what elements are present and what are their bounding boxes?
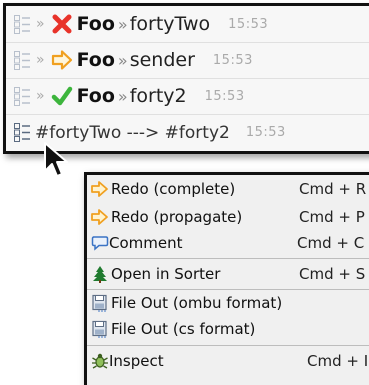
mouse-cursor-icon	[44, 142, 68, 177]
row-chevron: »	[36, 52, 45, 68]
redo-arrow-icon	[91, 209, 108, 225]
list-item-icon	[14, 15, 30, 34]
row-chevron: »	[36, 16, 45, 32]
menu-item-label: Redo (complete)	[111, 180, 236, 198]
class-name: Foo	[76, 49, 115, 71]
timestamp: 15:53	[204, 88, 245, 104]
menu-item-label: File Out (cs format)	[111, 320, 256, 338]
class-name: Foo	[76, 85, 115, 107]
menu-item-comment[interactable]: Comment Cmd + C	[87, 231, 369, 255]
selector-name: fortyTwo	[129, 13, 211, 35]
comment-bubble-icon	[91, 236, 109, 251]
arrow-icon	[51, 50, 72, 70]
menu-shortcut: Cmd + S	[299, 265, 366, 283]
menu-item-open-in-sorter[interactable]: Open in Sorter Cmd + S	[87, 261, 369, 287]
menu-item-redo-complete[interactable]: Redo (complete) Cmd + R	[87, 177, 369, 201]
inspect-bug-icon	[92, 353, 108, 369]
menu-item-label: Redo (propagate)	[111, 208, 243, 226]
class-name: Foo	[76, 13, 115, 35]
change-row[interactable]: » Foo » sender 15:53	[6, 42, 369, 79]
timestamp: 15:53	[228, 16, 269, 32]
menu-separator	[87, 258, 369, 259]
check-icon	[51, 86, 72, 106]
row-chevron: »	[36, 88, 45, 104]
cross-icon	[52, 14, 72, 34]
menu-shortcut: Cmd + I	[307, 352, 369, 370]
separator: »	[117, 86, 128, 106]
separator: »	[117, 50, 128, 70]
context-menu: Redo (complete) Cmd + R Redo (propagate)…	[84, 172, 369, 385]
timestamp: 15:53	[212, 52, 253, 68]
menu-shortcut: Cmd + R	[299, 180, 367, 198]
menu-item-inspect[interactable]: Inspect Cmd + I	[87, 348, 369, 374]
list-item-icon	[14, 123, 30, 142]
selector-name: forty2	[129, 85, 187, 107]
menu-item-label: Open in Sorter	[111, 265, 221, 283]
tree-icon	[93, 266, 107, 283]
list-item-icon	[14, 87, 30, 106]
list-item-icon	[14, 51, 30, 70]
changes-list: » Foo » fortyTwo 15:53 » Foo » sender 15…	[3, 3, 369, 154]
menu-shortcut: Cmd + P	[299, 208, 365, 226]
menu-shortcut: Cmd + C	[297, 234, 365, 252]
menu-item-redo-propagate[interactable]: Redo (propagate) Cmd + P	[87, 205, 369, 229]
separator: »	[117, 14, 128, 34]
selector-name: sender	[129, 49, 195, 71]
floppy-disk-icon	[92, 320, 107, 338]
timestamp: 15:53	[245, 125, 286, 140]
menu-separator	[87, 345, 369, 346]
menu-item-label: Inspect	[109, 352, 164, 370]
change-row[interactable]: » Foo » forty2 15:53	[6, 78, 369, 115]
change-row[interactable]: » Foo » fortyTwo 15:53	[6, 6, 369, 43]
floppy-disk-icon	[92, 294, 107, 312]
redo-arrow-icon	[91, 181, 108, 197]
menu-item-file-out-cs[interactable]: File Out (cs format)	[87, 317, 369, 341]
menu-item-label: Comment	[109, 234, 183, 252]
menu-item-file-out-ombu[interactable]: File Out (ombu format)	[87, 291, 369, 315]
menu-separator	[87, 289, 369, 290]
menu-item-label: File Out (ombu format)	[111, 294, 283, 312]
